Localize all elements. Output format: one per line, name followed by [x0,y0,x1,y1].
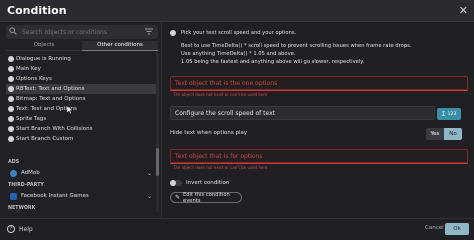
yes-no-toggle: Yes No [426,128,462,140]
invert-condition-toggle[interactable] [170,180,182,186]
section-header-third-party: THIRD-PARTY [8,183,44,188]
object-field-placeholder: Text object that is for options [175,153,263,160]
section-header-ads: ADS [8,160,20,165]
extension-label: Facebook Instant Games [21,193,89,199]
mouse-cursor-icon [67,106,73,114]
extension-label: AdMob [21,170,40,176]
dialog-title: Condition [7,4,67,17]
list-scrollbar[interactable] [156,52,159,212]
help-icon: ? [7,225,15,233]
dialog-footer: ? Help Cancel Ok [0,218,474,240]
description-line: Best to use TimeDelta() * scroll speed t… [181,43,412,49]
object-field-placeholder: Text object that is the one options [175,80,278,87]
condition-icon [8,86,14,92]
no-button[interactable]: No [444,128,462,140]
search-icon [9,27,19,37]
close-icon[interactable]: ✕ [459,4,468,17]
help-label: Help [19,225,33,233]
cancel-button[interactable]: Cancel [425,225,444,231]
list-item-label: Start Branch Custom [16,136,74,142]
section-header-network: NETWORK [8,206,36,211]
list-item[interactable]: Bitmap: Text and Options [6,94,156,104]
tab-bar: Objects Other conditions [6,41,158,51]
condition-heading: Pick your text scroll speed and your opt… [181,30,297,36]
yes-button[interactable]: Yes [426,128,444,140]
facebook-icon [10,192,17,200]
condition-parameters: Pick your text scroll speed and your opt… [163,22,474,218]
list-item-label: Main Key [16,66,41,72]
error-underline [170,90,468,91]
condition-icon [8,66,14,72]
ok-button[interactable]: Ok [445,223,469,235]
list-item-label: Options Keys [16,76,52,82]
list-item[interactable]: Options Keys [6,74,156,84]
object-field-2[interactable]: Text object that is for options [170,149,468,163]
list-item[interactable]: Start Branch With Collisions [6,124,156,134]
object-field-1[interactable]: Text object that is the one options [170,76,468,90]
scroll-speed-field[interactable]: Configure the scroll speed of text [170,106,435,120]
condition-icon [8,136,14,142]
description-line: Use anything TimeDelta() * 1.05 and abov… [181,51,296,57]
edit-condition-events-button[interactable]: ✎ Edit this condition events [170,191,242,204]
list-item[interactable]: Start Branch Custom [6,134,156,144]
chevron-down-icon: ⌄ [146,192,152,200]
search-input[interactable] [22,28,145,36]
list-item[interactable]: Sprite Tags [6,114,156,124]
scrollbar-thumb[interactable] [156,148,159,176]
invert-condition-label: Invert condition [186,180,230,186]
list-item-label: Dialogue is Running [16,56,71,62]
extension-item-admob[interactable]: AdMob ⌄ [10,168,156,178]
condition-icon [8,116,14,122]
chevron-down-icon: ⌄ [146,169,152,177]
tab-objects[interactable]: Objects [6,41,82,51]
list-item-label: Sprite Tags [16,116,47,122]
conditions-panel: Objects Other conditions Dialogue is Run… [0,22,162,218]
tab-other-conditions[interactable]: Other conditions [82,41,158,51]
condition-icon [170,30,176,36]
error-message: The object does not exist or can't be us… [173,165,268,170]
edit-button-label: Edit this condition events [183,191,230,204]
search-box[interactable] [6,25,158,39]
condition-icon [8,96,14,102]
list-item[interactable]: Main Key [6,64,156,74]
description-line: 1.05 being the fastest and anything abov… [181,59,365,65]
error-message: The object does not exist or can't be us… [173,92,268,97]
admob-icon [10,169,17,177]
extension-item-facebook[interactable]: Facebook Instant Games ⌄ [10,191,156,201]
condition-icon [8,126,14,132]
filter-icon[interactable] [145,28,155,37]
expression-button[interactable]: Σ 123 [437,108,461,120]
condition-icon [8,106,14,112]
list-item-label: RBText: Text and Options [16,86,85,92]
sigma-icon: Σ [441,110,446,118]
hide-text-label: Hide text when options play [170,130,248,136]
list-item[interactable]: Dialogue is Running [6,54,156,64]
list-item-label: Bitmap: Text and Options [16,96,86,102]
title-bar: Condition ✕ [0,0,474,22]
expression-icon: 123 [447,111,457,117]
pencil-icon: ✎ [175,194,181,201]
list-item-selected[interactable]: RBText: Text and Options [6,84,156,94]
toggle-knob [170,180,176,186]
condition-icon [8,76,14,82]
list-item[interactable]: Text: Text and Options [6,104,156,114]
help-button[interactable]: ? Help [7,225,33,233]
error-underline [170,163,468,164]
condition-icon [8,56,14,62]
condition-list: Dialogue is Running Main Key Options Key… [6,54,156,144]
list-item-label: Start Branch With Collisions [16,126,93,132]
